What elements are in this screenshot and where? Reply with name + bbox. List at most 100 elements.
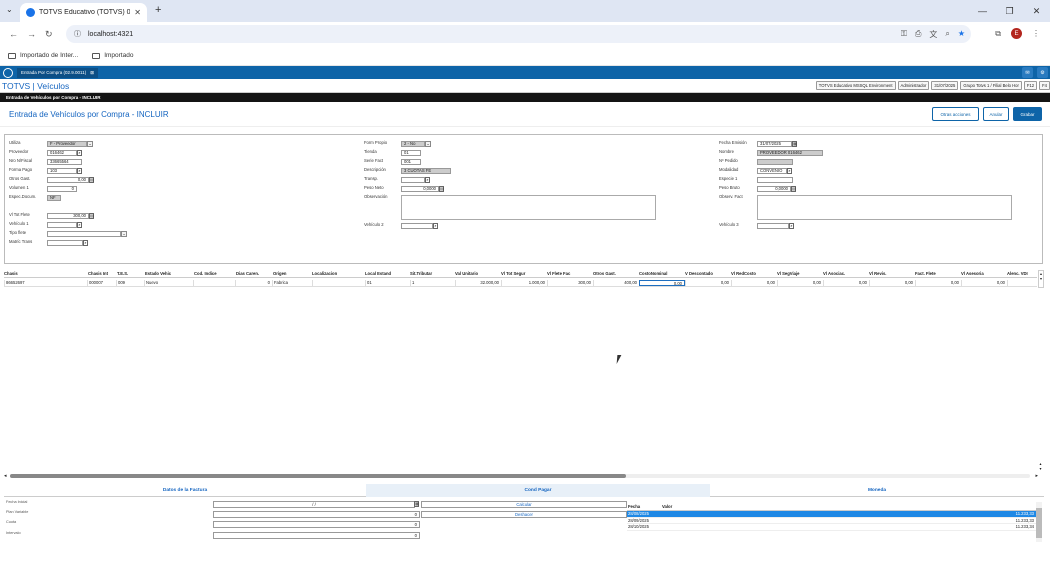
cell[interactable]: 0,00 [731, 280, 777, 286]
tab-search-icon[interactable]: ⌄ [6, 5, 13, 14]
cell[interactable]: 300,00 [547, 280, 593, 286]
cell[interactable] [312, 280, 365, 286]
table-row[interactable]: 28/10/2025 11.233,34 [627, 524, 1036, 531]
extensions-icon[interactable]: ⧉ [995, 29, 1001, 39]
cuota-input[interactable]: 0 [213, 521, 420, 528]
cell[interactable]: 000007 [87, 280, 116, 286]
calculate-button[interactable]: Calcular [421, 501, 627, 508]
cell[interactable]: 0,00 [823, 280, 869, 286]
tienda-input[interactable]: 01 [401, 150, 421, 156]
cell[interactable]: 0,00 [961, 280, 1007, 286]
tab-datos-factura[interactable]: Datos de la Factura [4, 484, 366, 497]
lookup-icon[interactable]: ⌕ [77, 222, 82, 228]
lookup-icon[interactable]: ⌕ [433, 223, 438, 229]
save-button[interactable]: Grabar [1013, 107, 1042, 121]
menu-dots-icon[interactable]: ⋮ [1032, 29, 1040, 38]
cell[interactable]: 86652697 [4, 280, 86, 286]
profile-avatar[interactable]: E [1011, 28, 1022, 39]
bookmark-star-icon[interactable]: ★ [958, 29, 965, 40]
cell[interactable]: 400,00 [593, 280, 639, 286]
col-header[interactable]: Fact. Flete [915, 271, 959, 276]
col-header[interactable]: Chasis [4, 271, 84, 276]
other-actions-button[interactable]: Otras acciones [932, 107, 979, 121]
table-row[interactable]: 86652697 000007 009 Nuevo 0 Fabrica 01 1… [4, 279, 1037, 287]
form-propio-select[interactable]: 2 - No [401, 141, 425, 147]
browser-tab[interactable]: TOTVS Educativo (TOTVS) 02.9.0011 ✕ [20, 3, 147, 22]
col-header[interactable]: Otros Gast. [593, 271, 637, 276]
address-bar[interactable]: ⓘ localhost:4321 ⚿ ⎙ 文 ⌕ ★ [66, 25, 971, 43]
cell[interactable]: 0,00 [869, 280, 915, 286]
close-tab-icon[interactable]: ✕ [134, 8, 141, 17]
col-header[interactable]: Vl Tot Segur [501, 271, 545, 276]
forma-pago-input[interactable]: 103 [47, 168, 77, 174]
intervalo-input[interactable]: 0 [213, 532, 420, 539]
company-badge[interactable]: Grupo Totvs 1 / Filial Belo Hor [960, 81, 1022, 90]
reload-icon[interactable]: ↻ [45, 29, 53, 40]
proveedor-input[interactable]: 016462 [47, 150, 77, 156]
scroll-right-icon[interactable]: ▸ [1035, 473, 1038, 479]
col-header[interactable]: Valor [660, 504, 1036, 509]
col-header[interactable]: Origen [273, 271, 311, 276]
modalidad-input[interactable]: CONVENIO [757, 168, 787, 174]
install-app-icon[interactable]: ⎙ [915, 29, 921, 40]
transp-input[interactable] [401, 177, 425, 183]
f4-button[interactable]: F4 [1039, 81, 1050, 90]
installments-scrollbar[interactable] [1036, 502, 1042, 542]
fecha-inicial-input[interactable]: / / [213, 501, 415, 508]
lookup-icon[interactable]: ⌕ [787, 168, 792, 174]
calculator-icon[interactable]: ▤ [89, 213, 94, 219]
close-app-tab-icon[interactable]: ⊠ [90, 70, 94, 76]
fecha-emision-input[interactable]: 31/07/2025 [757, 141, 792, 147]
cell[interactable] [1007, 280, 1037, 286]
settings-icon[interactable]: ⚙ [1037, 67, 1048, 78]
utiliza-select[interactable]: F - Proveedor [47, 141, 87, 147]
especie1-input[interactable] [757, 177, 793, 183]
vehiculo1-input[interactable] [47, 222, 77, 228]
cell[interactable]: 1 [410, 280, 455, 286]
grid-scroll-arrows[interactable]: ▴ ▾ [1037, 461, 1044, 479]
col-header[interactable]: Chasis Int [88, 271, 115, 276]
chevron-down-icon[interactable]: ⌄ [121, 231, 127, 237]
peso-bruto-input[interactable]: 0,0000 [757, 186, 791, 192]
zoom-icon[interactable]: ⌕ [945, 29, 949, 40]
calculator-icon[interactable]: ▤ [89, 177, 94, 183]
col-header[interactable]: Sit.Tributar [410, 271, 454, 276]
bookmark-folder-1[interactable]: Importado de Inter... [8, 52, 78, 59]
maximize-icon[interactable]: ❐ [996, 0, 1023, 22]
observ-fact-textarea[interactable] [757, 195, 1012, 220]
close-window-icon[interactable]: ✕ [1023, 0, 1050, 22]
col-header[interactable]: Vl SegViaje [777, 271, 821, 276]
cell[interactable]: Nuevo [144, 280, 193, 286]
f12-button[interactable]: F12 [1023, 81, 1038, 90]
col-header[interactable]: V Descontado [685, 271, 729, 276]
date-badge[interactable]: 31/07/2025 [931, 81, 959, 90]
cancel-button[interactable]: Anular [983, 107, 1009, 121]
cell[interactable]: 32.000,00 [455, 280, 501, 286]
grid-vertical-scrollbar[interactable]: ▴ ▾ [1038, 270, 1044, 288]
otros-gast-input[interactable]: 0,00 [47, 177, 89, 183]
col-header[interactable]: T.E.S. [117, 271, 142, 276]
calculator-icon[interactable]: ▤ [439, 186, 444, 192]
col-header[interactable]: Vl RedCosto [731, 271, 775, 276]
translate-icon[interactable]: 文 [929, 29, 937, 40]
lookup-icon[interactable]: ⌕ [77, 150, 82, 156]
calendar-icon[interactable]: ▦ [414, 501, 419, 507]
col-header[interactable]: Estado Vehic [145, 271, 193, 276]
volumen-input[interactable]: 0 [47, 186, 77, 192]
cell[interactable]: 0,00 [777, 280, 823, 286]
cell[interactable]: 0,00 [685, 280, 731, 286]
scroll-thumb[interactable] [10, 474, 626, 478]
col-header[interactable]: CostoNominal [639, 271, 683, 276]
tipo-flete-select[interactable] [47, 231, 121, 237]
cell[interactable]: 0,00 [915, 280, 961, 286]
col-header[interactable]: Local Estand [365, 271, 409, 276]
password-key-icon[interactable]: ⚿ [901, 29, 907, 40]
col-header[interactable]: Alenc. VDI [1007, 271, 1035, 276]
nro-fiscal-input[interactable]: 33665564 [47, 159, 82, 165]
cell[interactable]: 01 [365, 280, 410, 286]
cell[interactable]: 1.000,00 [501, 280, 547, 286]
cell[interactable]: 009 [116, 280, 144, 286]
cell[interactable] [193, 280, 235, 286]
app-tab[interactable]: Entrada Por Compra (02.9.0011) ⊠ [17, 67, 98, 78]
new-tab-icon[interactable]: + [155, 4, 161, 16]
